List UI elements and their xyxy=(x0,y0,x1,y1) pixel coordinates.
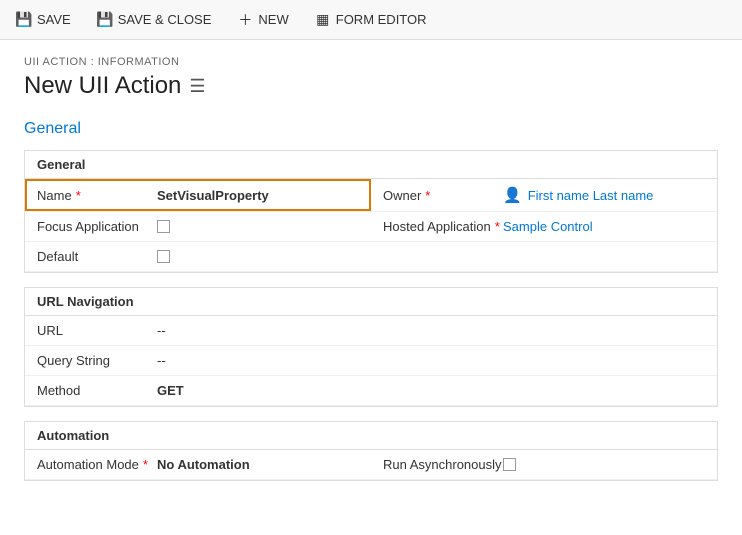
form-editor-button[interactable]: ▦ FORM EDITOR xyxy=(311,10,431,30)
url-section-title: URL Navigation xyxy=(25,288,717,316)
hosted-app-label: Hosted Application* xyxy=(383,219,503,234)
hosted-app-required: * xyxy=(495,219,500,234)
default-label: Default xyxy=(37,249,157,264)
run-async-label: Run Asynchronously xyxy=(383,457,503,472)
section-header: General xyxy=(24,120,718,138)
run-async-field: Run Asynchronously xyxy=(371,450,717,479)
new-icon: ＋ xyxy=(237,12,253,28)
automation-section: Automation Automation Mode* No Automatio… xyxy=(24,421,718,481)
method-label: Method xyxy=(37,383,157,398)
page-title: New UII Action xyxy=(24,72,181,100)
method-value: GET xyxy=(157,383,184,398)
new-button[interactable]: ＋ NEW xyxy=(233,10,292,30)
save-close-button[interactable]: 💾 SAVE & CLOSE xyxy=(93,10,216,30)
focus-hosted-row: Focus Application Hosted Application* Sa… xyxy=(25,212,717,242)
save-button[interactable]: 💾 SAVE xyxy=(12,10,75,30)
person-icon: 👤 xyxy=(503,186,522,204)
url-row: URL -- xyxy=(25,316,717,346)
save-icon: 💾 xyxy=(16,12,32,28)
name-owner-row: Name* SetVisualProperty Owner* 👤 First n… xyxy=(25,179,717,212)
owner-field: Owner* 👤 First name Last name xyxy=(371,179,717,211)
method-field: Method GET xyxy=(25,376,371,405)
automation-section-title: Automation xyxy=(25,422,717,450)
save-label: SAVE xyxy=(37,12,71,27)
toolbar: 💾 SAVE 💾 SAVE & CLOSE ＋ NEW ▦ FORM EDITO… xyxy=(0,0,742,40)
owner-value-row: 👤 First name Last name xyxy=(503,186,653,204)
form-editor-icon: ▦ xyxy=(315,12,331,28)
query-value: -- xyxy=(157,353,166,368)
automation-mode-row: Automation Mode* No Automation Run Async… xyxy=(25,450,717,480)
query-label: Query String xyxy=(37,353,157,368)
focus-app-checkbox[interactable] xyxy=(157,220,170,233)
name-label: Name* xyxy=(37,188,157,203)
default-checkbox[interactable] xyxy=(157,250,170,263)
query-field: Query String -- xyxy=(25,346,371,375)
name-field[interactable]: Name* SetVisualProperty xyxy=(25,179,371,211)
automation-mode-label: Automation Mode* xyxy=(37,457,157,472)
page-content: UII ACTION : INFORMATION New UII Action … xyxy=(0,40,742,511)
owner-required: * xyxy=(425,188,430,203)
new-label: NEW xyxy=(258,12,288,27)
focus-app-label: Focus Application xyxy=(37,219,157,234)
menu-icon[interactable]: ☰ xyxy=(189,76,205,97)
owner-label: Owner* xyxy=(383,188,503,203)
page-title-row: New UII Action ☰ xyxy=(24,72,718,100)
name-value: SetVisualProperty xyxy=(157,188,269,203)
run-async-checkbox[interactable] xyxy=(503,458,516,471)
save-close-icon: 💾 xyxy=(97,12,113,28)
method-row: Method GET xyxy=(25,376,717,406)
form-editor-label: FORM EDITOR xyxy=(336,12,427,27)
url-right-cell xyxy=(371,316,717,345)
default-row: Default xyxy=(25,242,717,272)
save-close-label: SAVE & CLOSE xyxy=(118,12,212,27)
default-checkbox-wrapper xyxy=(157,250,170,263)
url-label: URL xyxy=(37,323,157,338)
focus-app-field: Focus Application xyxy=(25,212,371,241)
automation-mode-value: No Automation xyxy=(157,457,250,472)
query-row: Query String -- xyxy=(25,346,717,376)
query-right-cell xyxy=(371,346,717,375)
method-right-cell xyxy=(371,376,717,405)
automation-mode-field: Automation Mode* No Automation xyxy=(25,450,371,479)
default-field: Default xyxy=(25,242,371,271)
name-required: * xyxy=(76,188,81,203)
url-value: -- xyxy=(157,323,166,338)
owner-value[interactable]: First name Last name xyxy=(528,188,654,203)
automation-mode-required: * xyxy=(143,457,148,472)
run-async-checkbox-wrapper xyxy=(503,458,516,471)
breadcrumb: UII ACTION : INFORMATION xyxy=(24,56,718,68)
hosted-app-field: Hosted Application* Sample Control xyxy=(371,212,717,241)
default-right-cell xyxy=(371,242,717,271)
general-section-title: General xyxy=(25,151,717,179)
focus-app-checkbox-wrapper xyxy=(157,220,170,233)
general-section: General Name* SetVisualProperty Owner* 👤… xyxy=(24,150,718,273)
hosted-app-value[interactable]: Sample Control xyxy=(503,219,593,234)
url-section: URL Navigation URL -- Query String -- Me… xyxy=(24,287,718,407)
url-field: URL -- xyxy=(25,316,371,345)
